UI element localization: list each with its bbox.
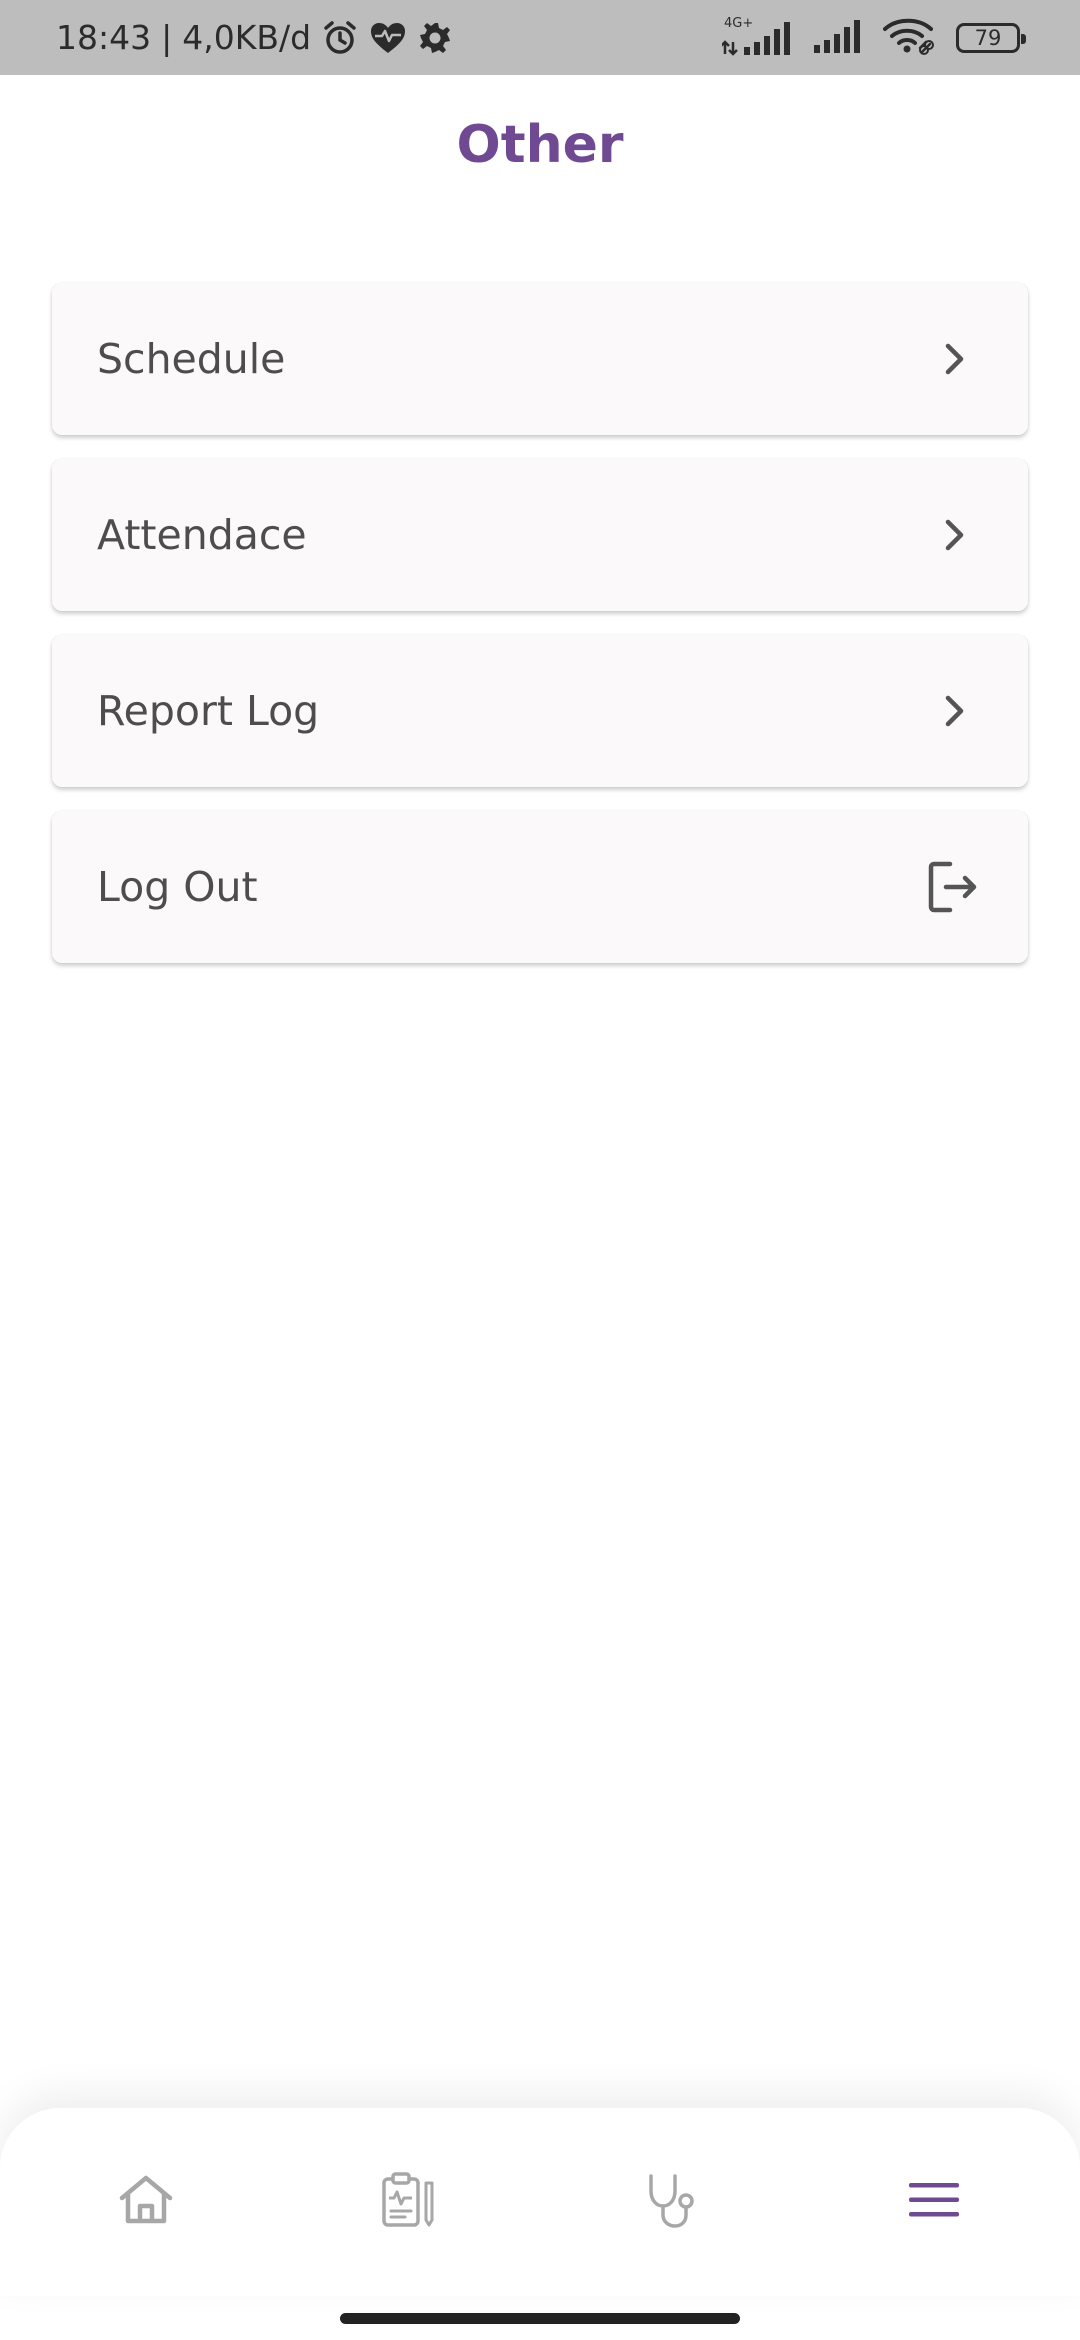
settings-icon (417, 20, 453, 56)
signal-icon (812, 18, 862, 58)
status-time: 18:43 (56, 18, 152, 57)
menu-item-report-log[interactable]: Report Log (52, 635, 1028, 787)
nav-menu[interactable] (874, 2108, 994, 2296)
stethoscope-icon (643, 2171, 701, 2233)
home-indicator[interactable] (340, 2313, 740, 2324)
menu-item-label: Log Out (97, 863, 258, 911)
network-type: 4G+ (724, 15, 754, 31)
signal-icon: 4G+ (722, 16, 792, 56)
menu-item-label: Report Log (97, 687, 320, 735)
home-icon (117, 2173, 175, 2231)
nav-consult[interactable] (612, 2108, 732, 2296)
chevron-right-icon (924, 329, 984, 389)
screen: 18:43 | 4,0KB/d 4G+ 79 Other Schedule At… (0, 0, 1080, 2340)
menu-icon (906, 2179, 962, 2225)
battery-icon: 79 (956, 22, 1026, 53)
battery-level: 79 (974, 25, 1002, 50)
status-right: 4G+ 79 (722, 0, 1026, 75)
page-title: Other (456, 115, 624, 175)
clipboard-icon (379, 2171, 437, 2233)
menu-item-attendance[interactable]: Attendace (52, 459, 1028, 611)
chevron-right-icon (924, 505, 984, 565)
status-separator: | (161, 18, 173, 57)
menu-item-schedule[interactable]: Schedule (52, 283, 1028, 435)
bottom-nav (0, 2108, 1080, 2296)
nav-home[interactable] (86, 2108, 206, 2296)
nav-reports[interactable] (348, 2108, 468, 2296)
menu-item-log-out[interactable]: Log Out (52, 811, 1028, 963)
status-left: 18:43 | 4,0KB/d (56, 0, 453, 75)
menu-item-label: Attendace (97, 511, 307, 559)
wifi-icon (882, 16, 936, 60)
status-net-speed: 4,0KB/d (182, 18, 312, 57)
logout-icon (924, 857, 984, 917)
heart-rate-icon (369, 21, 407, 55)
chevron-right-icon (924, 681, 984, 741)
status-bar: 18:43 | 4,0KB/d 4G+ 79 (0, 0, 1080, 75)
alarm-icon (321, 19, 359, 57)
menu-item-label: Schedule (97, 335, 286, 383)
